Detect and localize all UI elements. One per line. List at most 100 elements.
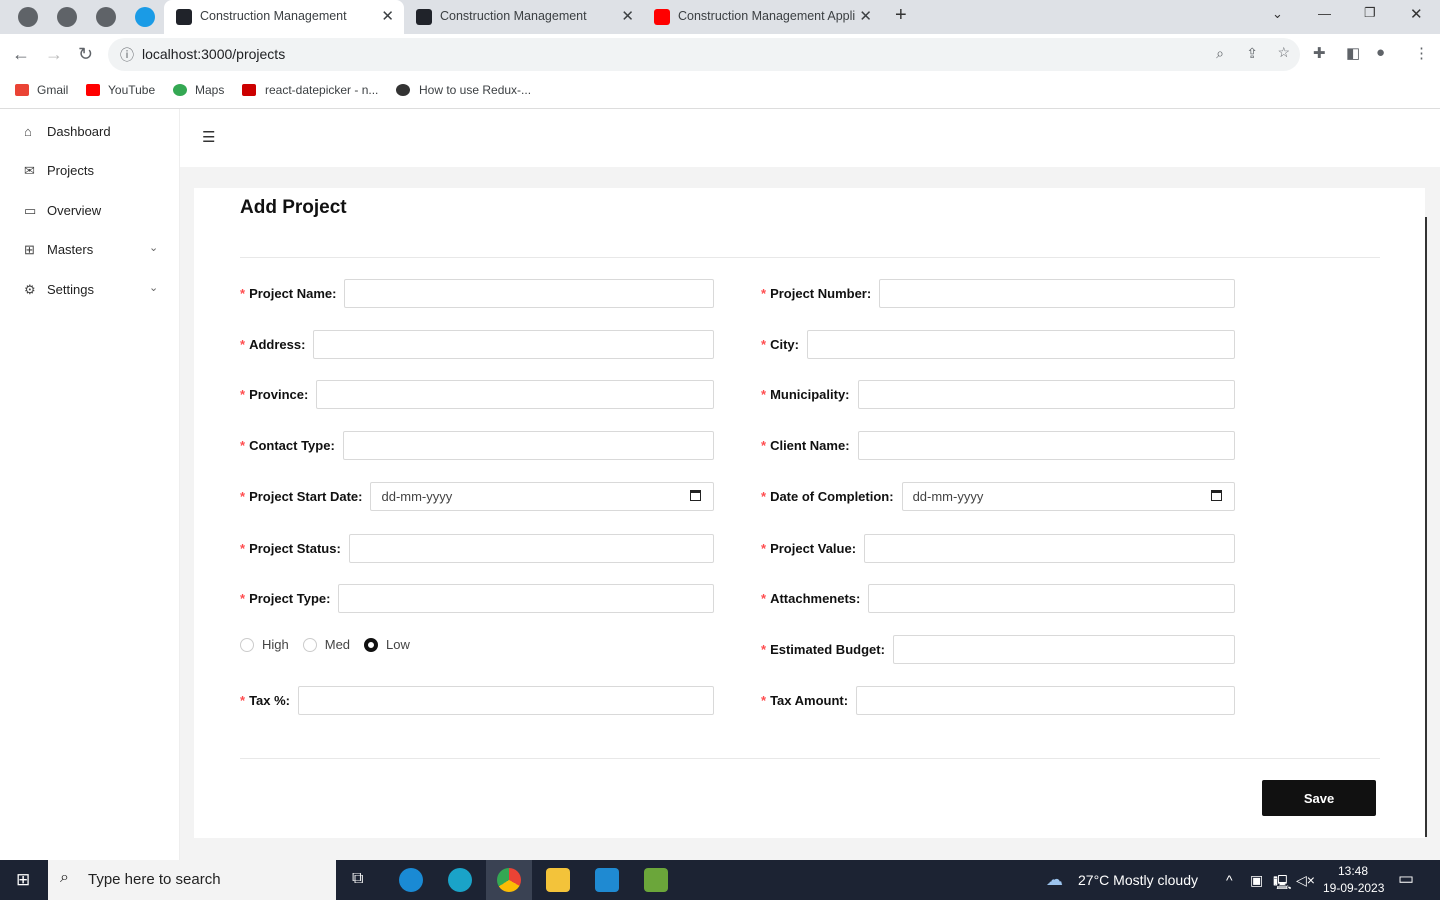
app-icon[interactable] [644, 868, 668, 892]
taskbar-search[interactable]: ⌕ Type here to search [48, 860, 336, 900]
sidepanel-icon[interactable]: ◧ [1346, 44, 1360, 62]
skype-icon[interactable] [399, 868, 423, 892]
form-field: * Project Name: [240, 279, 714, 308]
tab[interactable]: Construction Management Appli ✕ [642, 0, 882, 34]
close-icon[interactable]: ✕ [621, 7, 634, 25]
radio-label: High [262, 637, 289, 652]
text-input[interactable] [316, 380, 714, 409]
date-input[interactable]: dd-mm-yyyy [370, 482, 714, 511]
tab-bar: Construction Management ✕ Construction Ma… [0, 0, 1440, 34]
radio-low[interactable]: Low [364, 637, 410, 652]
weather-text[interactable]: 27°C Mostly cloudy [1078, 872, 1198, 888]
app-icon[interactable] [135, 7, 155, 27]
bookmark[interactable]: Gmail [15, 83, 68, 97]
calendar-icon[interactable] [1211, 490, 1222, 501]
text-input[interactable] [344, 279, 714, 308]
divider [240, 257, 1380, 258]
tab[interactable]: Construction Management ✕ [404, 0, 644, 34]
save-button[interactable]: Save [1262, 780, 1376, 816]
close-icon[interactable]: ✕ [381, 7, 394, 25]
chrome-icon[interactable] [497, 868, 521, 892]
tab[interactable]: Construction Management ✕ [164, 0, 404, 34]
text-input[interactable] [864, 534, 1235, 563]
bookmark[interactable]: How to use Redux-... [396, 83, 531, 97]
file-explorer-icon[interactable] [546, 868, 570, 892]
chevron-up-icon[interactable]: ^ [1226, 872, 1233, 888]
required-mark: * [240, 541, 246, 556]
required-mark: * [761, 438, 767, 453]
vscode-icon[interactable] [595, 868, 619, 892]
field-label-text: Contact Type: [249, 438, 335, 453]
sidebar-item-projects[interactable]: ✉ Projects [24, 163, 94, 178]
form-field: * Attachmenets: [761, 584, 1235, 613]
text-input[interactable] [892, 635, 1235, 664]
clock-time[interactable]: 13:48 [1338, 864, 1368, 878]
star-icon[interactable]: ☆ [1277, 44, 1290, 61]
text-input[interactable] [806, 330, 1235, 359]
profile-icon[interactable]: ● [1376, 44, 1385, 61]
volume-muted-icon[interactable]: ◁× [1296, 872, 1315, 889]
restore-icon[interactable]: ❐ [1364, 5, 1376, 21]
scrollbar[interactable] [1425, 217, 1427, 837]
bookmark[interactable]: Maps [173, 83, 224, 97]
new-tab-icon[interactable]: + [895, 4, 907, 27]
network-icon[interactable]: 🖳 [1273, 872, 1292, 896]
text-input[interactable] [298, 686, 714, 715]
menu-icon[interactable]: ⋮ [1414, 44, 1429, 62]
calendar-icon[interactable] [690, 490, 701, 501]
radio-circle[interactable] [364, 637, 379, 652]
chevron-down-icon[interactable]: ⌄ [1272, 6, 1283, 22]
field-label-text: Estimated Budget: [770, 642, 885, 657]
windows-start-icon[interactable]: ⊞ [16, 870, 30, 890]
meet-icon[interactable]: ▣ [1250, 872, 1263, 889]
reload-icon[interactable]: ↻ [78, 44, 93, 65]
minimize-icon[interactable]: — [1318, 6, 1331, 21]
field-label-text: Attachmenets: [770, 591, 861, 606]
text-input[interactable] [868, 584, 1235, 613]
radio-circle[interactable] [240, 637, 254, 652]
zoom-icon[interactable]: ⌕ [1216, 45, 1224, 62]
close-window-icon[interactable]: ✕ [1410, 5, 1423, 23]
text-input[interactable] [856, 686, 1235, 715]
bookmark[interactable]: YouTube [86, 83, 155, 97]
bookmark[interactable]: react-datepicker - n... [242, 83, 378, 97]
text-input[interactable] [313, 330, 714, 359]
required-mark: * [240, 693, 246, 708]
sidebar-item-dashboard[interactable]: ⌂ Dashboard [24, 124, 111, 139]
task-view-icon[interactable]: ⧉ [352, 870, 363, 888]
field-label-text: Client Name: [770, 438, 850, 453]
maps-icon [173, 84, 187, 96]
back-icon[interactable]: ← [12, 44, 30, 65]
globe-icon[interactable] [18, 7, 38, 27]
menu-fold-icon[interactable]: ☰ [202, 128, 215, 146]
share-icon[interactable]: ⇪ [1246, 45, 1258, 62]
date-input[interactable]: dd-mm-yyyy [901, 482, 1235, 511]
sidebar-item-settings[interactable]: ⚙ Settings ⌄ [24, 282, 158, 297]
radio-med[interactable]: Med [302, 637, 350, 652]
weather-icon: ☁ [1046, 870, 1063, 889]
location-icon[interactable] [96, 7, 116, 27]
priority-radio-group: High Med Low [240, 637, 410, 652]
text-input[interactable] [348, 534, 714, 563]
text-input[interactable] [857, 431, 1235, 460]
sidebar-item-masters[interactable]: ⊞ Masters ⌄ [24, 242, 158, 257]
required-mark: * [761, 591, 767, 606]
required-mark: * [761, 387, 767, 402]
text-input[interactable] [879, 279, 1235, 308]
url-input[interactable]: ⓘ localhost:3000/projects ⌕ ⇪ ☆ [108, 38, 1300, 71]
clock-date[interactable]: 19-09-2023 [1323, 881, 1384, 895]
text-input[interactable] [857, 380, 1235, 409]
sidebar-item-overview[interactable]: ▭ Overview [24, 203, 101, 218]
edge-icon[interactable] [448, 868, 472, 892]
radio-high[interactable]: High [240, 637, 289, 652]
globe-icon[interactable] [57, 7, 77, 27]
text-input[interactable] [338, 584, 714, 613]
radio-circle[interactable] [302, 637, 317, 652]
field-label-text: Project Value: [770, 541, 857, 556]
search-icon: ⌕ [60, 869, 69, 886]
extensions-icon[interactable]: ✚ [1313, 44, 1326, 62]
forward-icon[interactable]: → [45, 44, 63, 65]
notification-icon[interactable]: ▭ [1398, 869, 1414, 889]
text-input[interactable] [342, 431, 714, 460]
close-icon[interactable]: ✕ [859, 7, 872, 25]
